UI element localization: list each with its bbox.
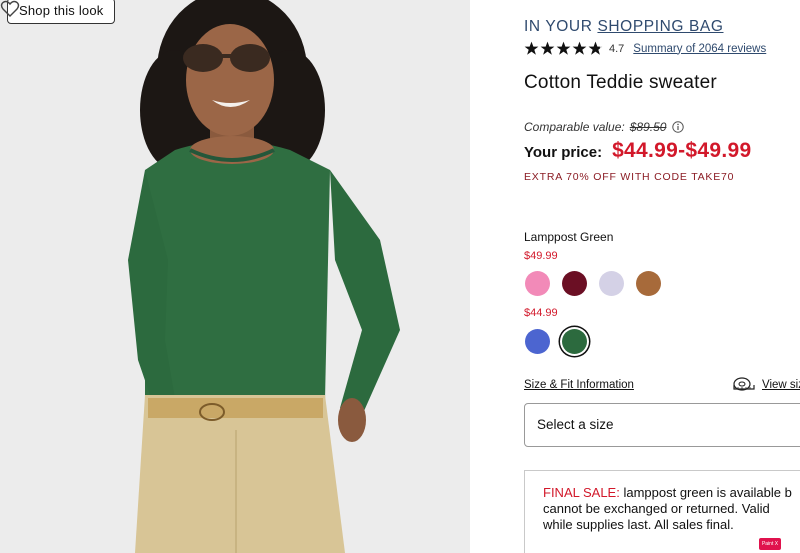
color-swatch-row — [525, 329, 587, 354]
color-swatch-lamppost-green[interactable] — [562, 329, 587, 354]
comparable-value: Comparable value: $89.50 — [524, 120, 685, 134]
in-bag-notice: IN YOUR SHOPPING BAG — [524, 18, 724, 36]
measuring-tape-icon — [733, 377, 755, 391]
model-illustration — [0, 0, 470, 553]
final-sale-line-1: FINAL SALE: lamppost green is available … — [543, 485, 800, 501]
comparable-price: $89.50 — [629, 120, 667, 134]
star-icon — [588, 41, 603, 55]
shop-this-look-button[interactable]: Shop this look — [7, 0, 116, 24]
your-price: Your price: $44.99-$49.99 — [524, 139, 751, 163]
comparable-label: Comparable value: — [524, 120, 625, 134]
your-price-value: $44.99-$49.99 — [612, 139, 752, 162]
info-icon[interactable] — [672, 121, 685, 133]
rating-value: 4.7 — [609, 42, 625, 55]
product-photo[interactable]: Shop this look — [0, 0, 470, 553]
color-swatch-lavender[interactable] — [599, 271, 624, 296]
favorite-heart-icon[interactable] — [0, 0, 20, 18]
color-swatch-burgundy[interactable] — [562, 271, 587, 296]
bag-prefix: IN YOUR — [524, 18, 593, 35]
star-icon — [540, 41, 555, 55]
color-swatch-brown[interactable] — [636, 271, 661, 296]
selected-color-name: Lamppost Green — [524, 230, 614, 244]
final-sale-line-2: cannot be exchanged or returned. Valid — [543, 501, 770, 516]
star-icon — [556, 41, 571, 55]
your-price-label: Your price: — [524, 144, 603, 161]
color-swatch-pink[interactable] — [525, 271, 550, 296]
color-group-price: $49.99 — [524, 250, 558, 262]
color-swatch-row — [525, 271, 661, 296]
reviews-summary-link[interactable]: Summary of 2064 reviews — [633, 43, 766, 55]
product-info-panel: IN YOUR SHOPPING BAG 4.7 Summary of 2064… — [470, 0, 800, 553]
size-select[interactable]: Select a size — [524, 403, 800, 447]
star-rating — [524, 41, 603, 56]
star-icon — [524, 41, 539, 55]
star-icon — [572, 41, 587, 55]
view-size-chart-link[interactable]: View siz — [762, 379, 800, 391]
size-fit-info-link[interactable]: Size & Fit Information — [524, 379, 634, 391]
product-title: Cotton Teddie sweater — [524, 72, 717, 93]
rating-row: 4.7 Summary of 2064 reviews — [524, 41, 766, 56]
promo-code-text: EXTRA 70% OFF WITH CODE TAKE70 — [524, 171, 735, 183]
final-sale-label: FINAL SALE: — [543, 485, 620, 500]
color-group-price: $44.99 — [524, 307, 558, 319]
final-sale-text-1: lamppost green is available b — [623, 485, 792, 500]
paint-x-lite-badge: Paint X Lite — [759, 538, 781, 550]
final-sale-line-3: while supplies last. All sales final. — [543, 517, 734, 532]
color-swatch-blue[interactable] — [525, 329, 550, 354]
shopping-bag-link[interactable]: SHOPPING BAG — [597, 18, 723, 35]
